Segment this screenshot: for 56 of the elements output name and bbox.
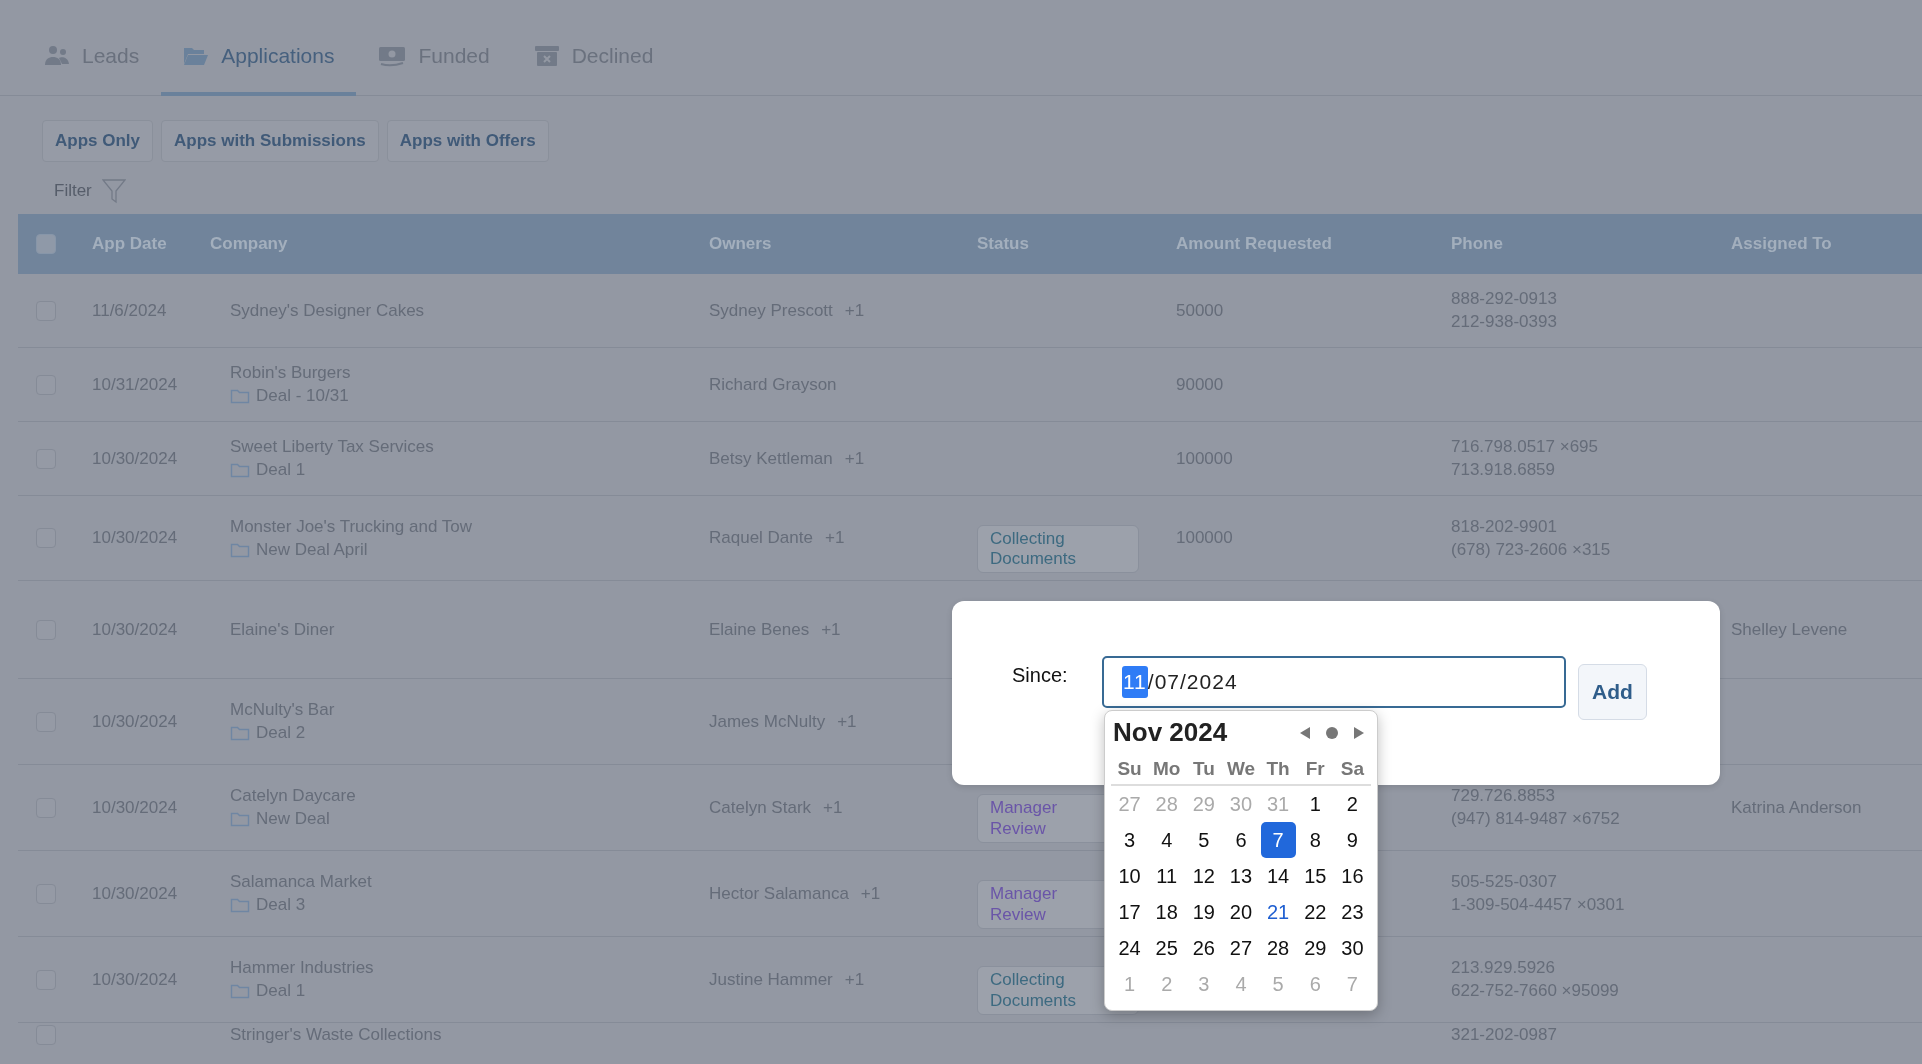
folder-icon: [230, 897, 250, 913]
calendar-day[interactable]: 8: [1297, 822, 1333, 858]
month-title: Nov 2024: [1113, 717, 1228, 748]
dot-icon[interactable]: [1325, 725, 1339, 740]
date-field[interactable]: 11/07/2024: [1102, 656, 1566, 708]
calendar-day[interactable]: 24: [1112, 930, 1148, 966]
folder-icon: [183, 45, 210, 67]
calendar-day[interactable]: 7: [1260, 822, 1296, 858]
folder-icon: [230, 725, 250, 741]
calendar-day[interactable]: 2: [1334, 786, 1370, 822]
calendar-day[interactable]: 14: [1260, 858, 1296, 894]
calendar-day[interactable]: 16: [1334, 858, 1370, 894]
people-icon: [44, 45, 70, 67]
calendar-day[interactable]: 18: [1149, 894, 1185, 930]
field-label: Since:: [1012, 664, 1069, 687]
checkbox[interactable]: [36, 234, 56, 254]
money-icon: [378, 45, 407, 67]
calendar-day[interactable]: 30: [1334, 930, 1370, 966]
calendar-day[interactable]: 23: [1334, 894, 1370, 930]
folder-icon: [230, 462, 250, 478]
folder-icon: [230, 811, 250, 827]
weekday-label: Fr: [1296, 754, 1334, 786]
previous-icon[interactable]: [1299, 725, 1311, 740]
next-icon[interactable]: [1353, 725, 1365, 740]
weekday-label: Su: [1111, 754, 1149, 786]
calendar-day[interactable]: 26: [1186, 930, 1222, 966]
archive-icon: [533, 45, 560, 67]
calendar-day[interactable]: 25: [1149, 930, 1185, 966]
calendar-day[interactable]: 20: [1223, 894, 1259, 930]
calendar-day[interactable]: 21: [1260, 894, 1296, 930]
calendar-day[interactable]: 29: [1297, 930, 1333, 966]
weekday-label: Tu: [1185, 754, 1223, 786]
calendar-day[interactable]: 6: [1223, 822, 1259, 858]
filter-label: Filter: [54, 181, 92, 201]
weekday-label: We: [1222, 754, 1260, 786]
folder-icon: [230, 541, 250, 558]
calendar-day[interactable]: 19: [1186, 894, 1222, 930]
calendar-day[interactable]: 22: [1297, 894, 1333, 930]
filter-icon[interactable]: [101, 178, 126, 204]
calendar-day[interactable]: 27: [1223, 930, 1259, 966]
status-tag: Collecting Documents: [977, 524, 1139, 574]
weekday-label: Sa: [1333, 754, 1371, 786]
folder-icon: [230, 983, 250, 999]
folder-icon: [230, 388, 250, 404]
calendar-day[interactable]: 9: [1334, 822, 1370, 858]
calendar-day[interactable]: 12: [1186, 858, 1222, 894]
calendar-day[interactable]: 11: [1149, 858, 1185, 894]
calendar-day[interactable]: 1: [1297, 786, 1333, 822]
add-button[interactable]: Add: [1578, 664, 1647, 720]
calendar-day[interactable]: 5: [1186, 822, 1222, 858]
calendar-day[interactable]: 4: [1149, 822, 1185, 858]
weekday-label: Th: [1259, 754, 1297, 786]
calendar-day[interactable]: 15: [1297, 858, 1333, 894]
calendar-day[interactable]: 13: [1223, 858, 1259, 894]
weekday-label: Mo: [1148, 754, 1186, 786]
calendar-day[interactable]: 28: [1260, 930, 1296, 966]
